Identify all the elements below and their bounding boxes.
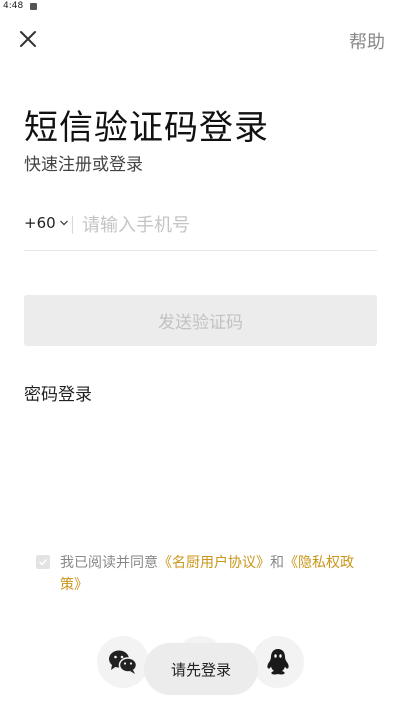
send-code-button[interactable]: 发送验证码 (24, 295, 377, 346)
toast-message: 请先登录 (144, 643, 258, 695)
country-code-selector[interactable]: +60 (24, 214, 69, 232)
qq-icon (267, 649, 289, 675)
check-icon (38, 558, 48, 566)
agree-checkbox[interactable] (36, 555, 50, 569)
help-link[interactable]: 帮助 (349, 28, 385, 54)
agreement-and: 和 (270, 555, 284, 571)
agreement-text: 我已阅读并同意《名厨用户协议》和《隐私权政策》 (60, 552, 366, 596)
close-icon[interactable] (16, 27, 40, 51)
agreement-prefix: 我已阅读并同意 (60, 555, 158, 571)
user-agreement-link[interactable]: 《名厨用户协议》 (158, 555, 270, 571)
wechat-icon (109, 650, 138, 674)
status-time: 4:48 (3, 1, 24, 11)
divider (72, 216, 73, 234)
notification-icon (30, 3, 37, 10)
page-subtitle: 快速注册或登录 (24, 155, 143, 175)
wechat-login-button[interactable] (97, 636, 149, 688)
chevron-down-icon (59, 220, 68, 226)
agreement: 我已阅读并同意《名厨用户协议》和《隐私权政策》 (36, 552, 366, 596)
phone-input[interactable] (82, 209, 372, 241)
phone-row: +60 (24, 209, 377, 251)
page-title: 短信验证码登录 (24, 108, 269, 148)
password-login-link[interactable]: 密码登录 (24, 380, 92, 405)
qq-login-button[interactable] (252, 636, 304, 688)
country-code-label: +60 (24, 214, 56, 232)
send-code-label: 发送验证码 (158, 313, 243, 333)
status-bar: 4:48 (0, 0, 401, 14)
